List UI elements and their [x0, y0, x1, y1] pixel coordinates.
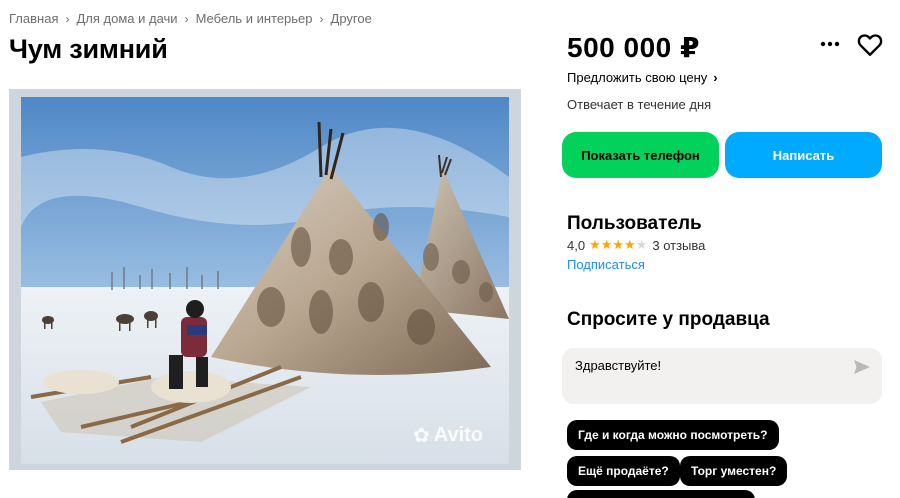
star-icon: ★ — [635, 237, 648, 252]
reviews-link[interactable]: 3 отзыва — [652, 238, 705, 253]
seller-rating: 4,0 ★★★★★ 3 отзыва — [567, 237, 705, 253]
message-input[interactable] — [575, 358, 845, 373]
quick-question-chip[interactable]: Ещё продаёте? — [567, 456, 680, 486]
heart-icon[interactable] — [857, 33, 883, 57]
breadcrumb-other[interactable]: Другое — [331, 11, 372, 26]
subscribe-link[interactable]: Подписаться — [567, 257, 645, 272]
send-icon[interactable] — [853, 359, 871, 375]
quick-question-chip[interactable] — [567, 490, 755, 498]
breadcrumb-home[interactable]: Главная — [9, 11, 58, 26]
rating-value: 4,0 — [567, 237, 586, 253]
star-icon: ★ — [624, 237, 636, 252]
show-phone-button[interactable]: Показать телефон — [562, 132, 719, 178]
watermark: ✿ Avito — [413, 423, 483, 448]
star-icon: ★ — [600, 237, 613, 252]
star-icon: ★ — [612, 237, 625, 252]
photo-gallery[interactable]: ✿ Avito — [9, 89, 521, 470]
chevron-right-icon: › — [65, 11, 70, 26]
breadcrumb-home-garden[interactable]: Для дома и дачи — [76, 11, 177, 26]
chevron-right-icon: › — [319, 11, 324, 26]
chevron-right-icon: › — [184, 11, 189, 26]
listing-photo[interactable] — [21, 97, 509, 464]
breadcrumb-furniture[interactable]: Мебель и интерьер — [196, 11, 313, 26]
response-time: Отвечает в течение дня — [567, 97, 712, 112]
avito-logo-icon: ✿ — [413, 425, 430, 447]
watermark-text: Avito — [433, 424, 484, 446]
seller-name[interactable]: Пользователь — [567, 213, 702, 235]
breadcrumb: Главная › Для дома и дачи › Мебель и инт… — [9, 11, 372, 26]
rating-stars: ★★★★★ — [589, 237, 647, 253]
write-message-button[interactable]: Написать — [725, 132, 882, 178]
ask-seller-title: Спросите у продавца — [567, 309, 770, 330]
offer-price-label: Предложить свою цену — [567, 70, 708, 85]
quick-question-chip[interactable]: Где и когда можно посмотреть? — [567, 420, 779, 450]
price: 500 000 ₽ — [567, 32, 700, 63]
page-title: Чум зимний — [9, 34, 168, 64]
more-icon[interactable] — [818, 32, 842, 56]
quick-question-chip[interactable]: Торг уместен? — [680, 456, 788, 486]
star-icon: ★ — [589, 237, 601, 252]
message-box — [562, 348, 882, 404]
offer-price-link[interactable]: Предложить свою цену › — [567, 70, 718, 85]
chevron-right-icon: › — [713, 70, 718, 85]
